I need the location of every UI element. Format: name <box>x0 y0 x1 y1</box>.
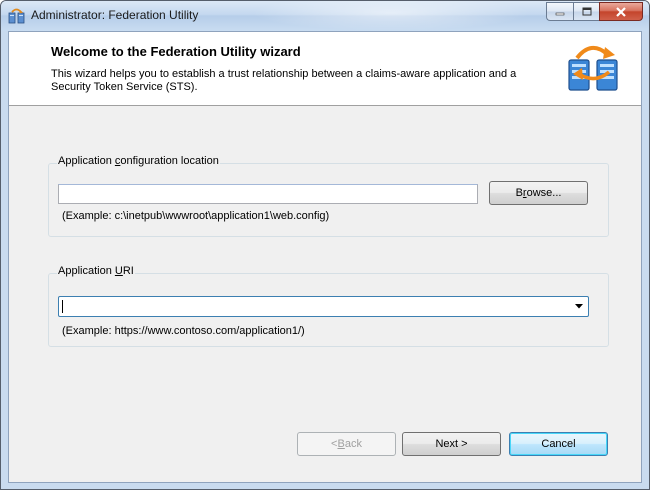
page-description: This wizard helps you to establish a tru… <box>51 68 517 93</box>
app-uri-example: (Example: https://www.contoso.com/applic… <box>62 325 305 337</box>
page-title: Welcome to the Federation Utility wizard <box>51 44 301 59</box>
wizard-client-area: Welcome to the Federation Utility wizard… <box>8 31 642 483</box>
wizard-header: Welcome to the Federation Utility wizard… <box>9 32 641 106</box>
wizard-window: Administrator: Federation Utility Welcom… <box>0 0 650 490</box>
app-uri-combobox[interactable] <box>58 296 589 317</box>
app-config-input[interactable] <box>58 184 478 204</box>
app-config-label: Application configuration location <box>57 155 220 167</box>
close-icon <box>616 6 626 17</box>
cancel-button[interactable]: Cancel <box>509 432 608 456</box>
minimize-icon <box>555 12 565 15</box>
next-button[interactable]: Next > <box>402 432 501 456</box>
window-title: Administrator: Federation Utility <box>31 8 199 22</box>
app-config-group: Application configuration location Br ows… <box>48 155 609 237</box>
app-config-example: (Example: c:\inetpub\wwwroot\application… <box>62 210 330 222</box>
minimize-button[interactable] <box>546 2 573 21</box>
browse-button[interactable]: Br owse... <box>489 181 588 205</box>
back-button[interactable]: < Back <box>297 432 396 456</box>
dropdown-arrow-button[interactable] <box>571 299 586 314</box>
chevron-down-icon <box>574 304 583 309</box>
app-uri-label: Application URI <box>57 265 135 277</box>
maximize-button[interactable] <box>573 2 599 21</box>
title-bar[interactable]: Administrator: Federation Utility <box>1 1 649 31</box>
maximize-icon <box>582 7 591 16</box>
federation-utility-icon <box>8 8 25 24</box>
app-uri-group: Application URI (Example: https://www.co… <box>48 265 609 347</box>
caption-buttons <box>546 2 643 21</box>
federation-servers-icon <box>568 46 618 91</box>
close-button[interactable] <box>599 2 643 21</box>
text-caret <box>62 300 63 313</box>
